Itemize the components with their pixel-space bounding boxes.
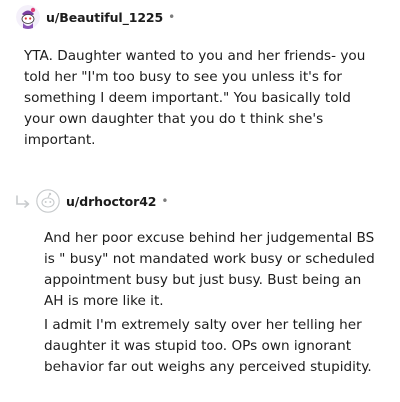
- comment-header: u/drhoctor42 •: [14, 188, 168, 214]
- snoo-avatar-purple-icon[interactable]: [16, 5, 40, 29]
- separator-dot: •: [168, 10, 176, 24]
- comment-body-paragraph: And her poor excuse behind her judgement…: [44, 230, 375, 309]
- comment-body: YTA. Daughter wanted to you and her frie…: [24, 48, 366, 148]
- username[interactable]: u/drhoctor42: [66, 194, 157, 209]
- username[interactable]: u/Beautiful_1225: [46, 10, 163, 25]
- comment-header: u/Beautiful_1225 •: [16, 4, 175, 30]
- reply-arrow-icon: [16, 195, 30, 208]
- comment-body-paragraph: I admit I'm extremely salty over her tel…: [44, 317, 372, 375]
- default-avatar-icon[interactable]: [36, 189, 60, 213]
- separator-dot: •: [161, 194, 169, 208]
